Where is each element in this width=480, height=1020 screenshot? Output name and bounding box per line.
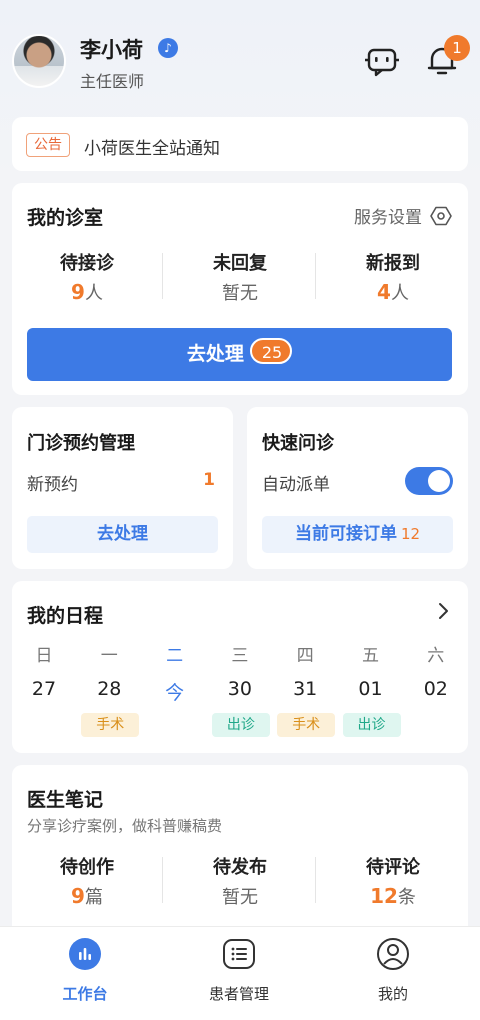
service-settings-link[interactable]: 服务设置 [354,203,452,228]
schedule-title: 我的日程 [27,605,104,627]
doctor-name: 李小荷 [80,38,143,62]
service-settings-label: 服务设置 [354,208,422,228]
quick-consult-card: 快速问诊 自动派单 当前可接订单 12 [247,407,468,569]
date-label: 02 [423,678,448,700]
announcement-text: 小荷医生全站通知 [84,139,220,159]
my-clinic-card: 我的诊室 服务设置 待接诊 9人 未回复 暂无 新报到 4人 去处理 25 [12,183,468,395]
settings-hexagon-icon [430,206,452,225]
stat-label: 新报到 [366,253,420,274]
process-button[interactable]: 去处理 25 [27,328,452,381]
weekday-label: 二 [166,646,184,666]
schedule-tag: 手术 [277,713,336,737]
schedule-day[interactable]: 四 31 手术 [277,641,336,737]
stat-to-create[interactable]: 待创作 9篇 [12,853,162,909]
stat-unreplied[interactable]: 未回复 暂无 [165,249,315,305]
available-orders-count: 12 [400,525,421,543]
bottom-tab-bar: 工作台 患者管理 我的 [0,926,480,1020]
quick-consult-title: 快速问诊 [262,433,334,454]
schedule-day[interactable]: 二今 [147,641,203,705]
profile-icon [377,938,409,970]
process-count-badge: 25 [249,338,293,364]
workbench-icon [69,938,101,970]
stat-new-checkin[interactable]: 新报到 4人 [318,249,468,305]
tab-label: 患者管理 [208,985,269,1003]
stat-number: 9 [71,280,85,304]
date-label: 28 [97,678,122,700]
new-appointment-label: 新预约 [27,475,78,495]
divider [315,253,316,299]
stat-pending-consult[interactable]: 待接诊 9人 [12,249,162,305]
auto-dispatch-label: 自动派单 [262,475,330,495]
stat-unit: 篇 [84,887,103,908]
schedule-day[interactable]: 日 27 [16,641,72,700]
weekday-label: 四 [296,646,314,666]
outpatient-process-button[interactable]: 去处理 [27,516,218,553]
announcement-bar[interactable]: 公告 小荷医生全站通知 [12,117,468,171]
tab-label: 工作台 [62,985,108,1003]
stat-number: 9 [71,884,85,908]
stat-to-publish[interactable]: 待发布 暂无 [165,853,315,909]
message-icon[interactable] [364,46,400,78]
notes-title: 医生笔记 [27,789,104,811]
auto-dispatch-toggle[interactable] [405,467,453,495]
schedule-tag: 出诊 [211,713,270,737]
stat-label: 待评论 [366,857,420,878]
new-appointment-count: 1 [203,470,215,490]
schedule-tag: 手术 [81,713,140,737]
my-schedule-card: 我的日程 日 27 一 28 手术二今三 30 出诊四 31 手术五 01 出诊六 02 [12,581,468,753]
stat-number: 12 [370,884,398,908]
stat-unit: 条 [397,887,416,908]
chevron-right-icon[interactable] [436,601,450,621]
stat-label: 未回复 [213,253,267,274]
schedule-tag: 出诊 [342,713,401,737]
stat-none: 暂无 [222,283,258,304]
stat-label: 待接诊 [60,253,114,274]
date-label: 27 [31,678,57,700]
stat-label: 待发布 [213,857,267,878]
divider [162,253,163,299]
clinic-title: 我的诊室 [27,207,104,229]
stat-unit: 人 [390,283,409,304]
weekday-label: 五 [362,646,379,666]
tab-workbench[interactable]: 工作台 [35,937,135,1004]
divider [315,857,316,903]
outpatient-title: 门诊预约管理 [27,433,135,454]
stat-unit: 人 [84,283,103,304]
schedule-day[interactable]: 六 02 [408,641,464,700]
stat-label: 待创作 [60,857,114,878]
tab-label: 我的 [377,985,408,1003]
stat-none: 暂无 [222,887,258,908]
announcement-tag: 公告 [26,133,70,157]
avatar[interactable] [12,34,66,88]
patient-list-icon [223,939,255,969]
profile-header: 李小荷 ♪ 主任医师 1 [0,0,480,110]
tab-me[interactable]: 我的 [343,937,443,1004]
weekday-label: 六 [427,646,445,666]
date-label: 今 [165,682,185,704]
outpatient-appointment-card: 门诊预约管理 新预约 1 去处理 [12,407,233,569]
available-orders-button[interactable]: 当前可接订单 12 [262,516,453,553]
doctor-title: 主任医师 [80,72,145,91]
date-label: 31 [293,678,318,700]
verified-badge-icon: ♪ [158,38,178,58]
schedule-day[interactable]: 三 30 出诊 [211,641,270,737]
process-button-label: 去处理 [186,343,244,365]
divider [162,857,163,903]
toggle-knob [428,470,450,492]
notes-subtitle: 分享诊疗案例，做科普赚稿费 [27,817,223,835]
stat-number: 4 [377,280,391,304]
date-label: 30 [227,678,252,700]
date-label: 01 [358,678,383,700]
schedule-day[interactable]: 五 01 出诊 [342,641,401,737]
tab-patient-management[interactable]: 患者管理 [189,937,289,1004]
weekday-label: 日 [35,646,53,666]
stat-to-comment[interactable]: 待评论 12条 [318,853,468,909]
weekday-label: 三 [231,646,249,666]
schedule-day[interactable]: 一 28 手术 [81,641,140,737]
notification-badge: 1 [444,35,470,61]
available-orders-label: 当前可接订单 [294,524,397,544]
weekday-label: 一 [100,646,118,666]
